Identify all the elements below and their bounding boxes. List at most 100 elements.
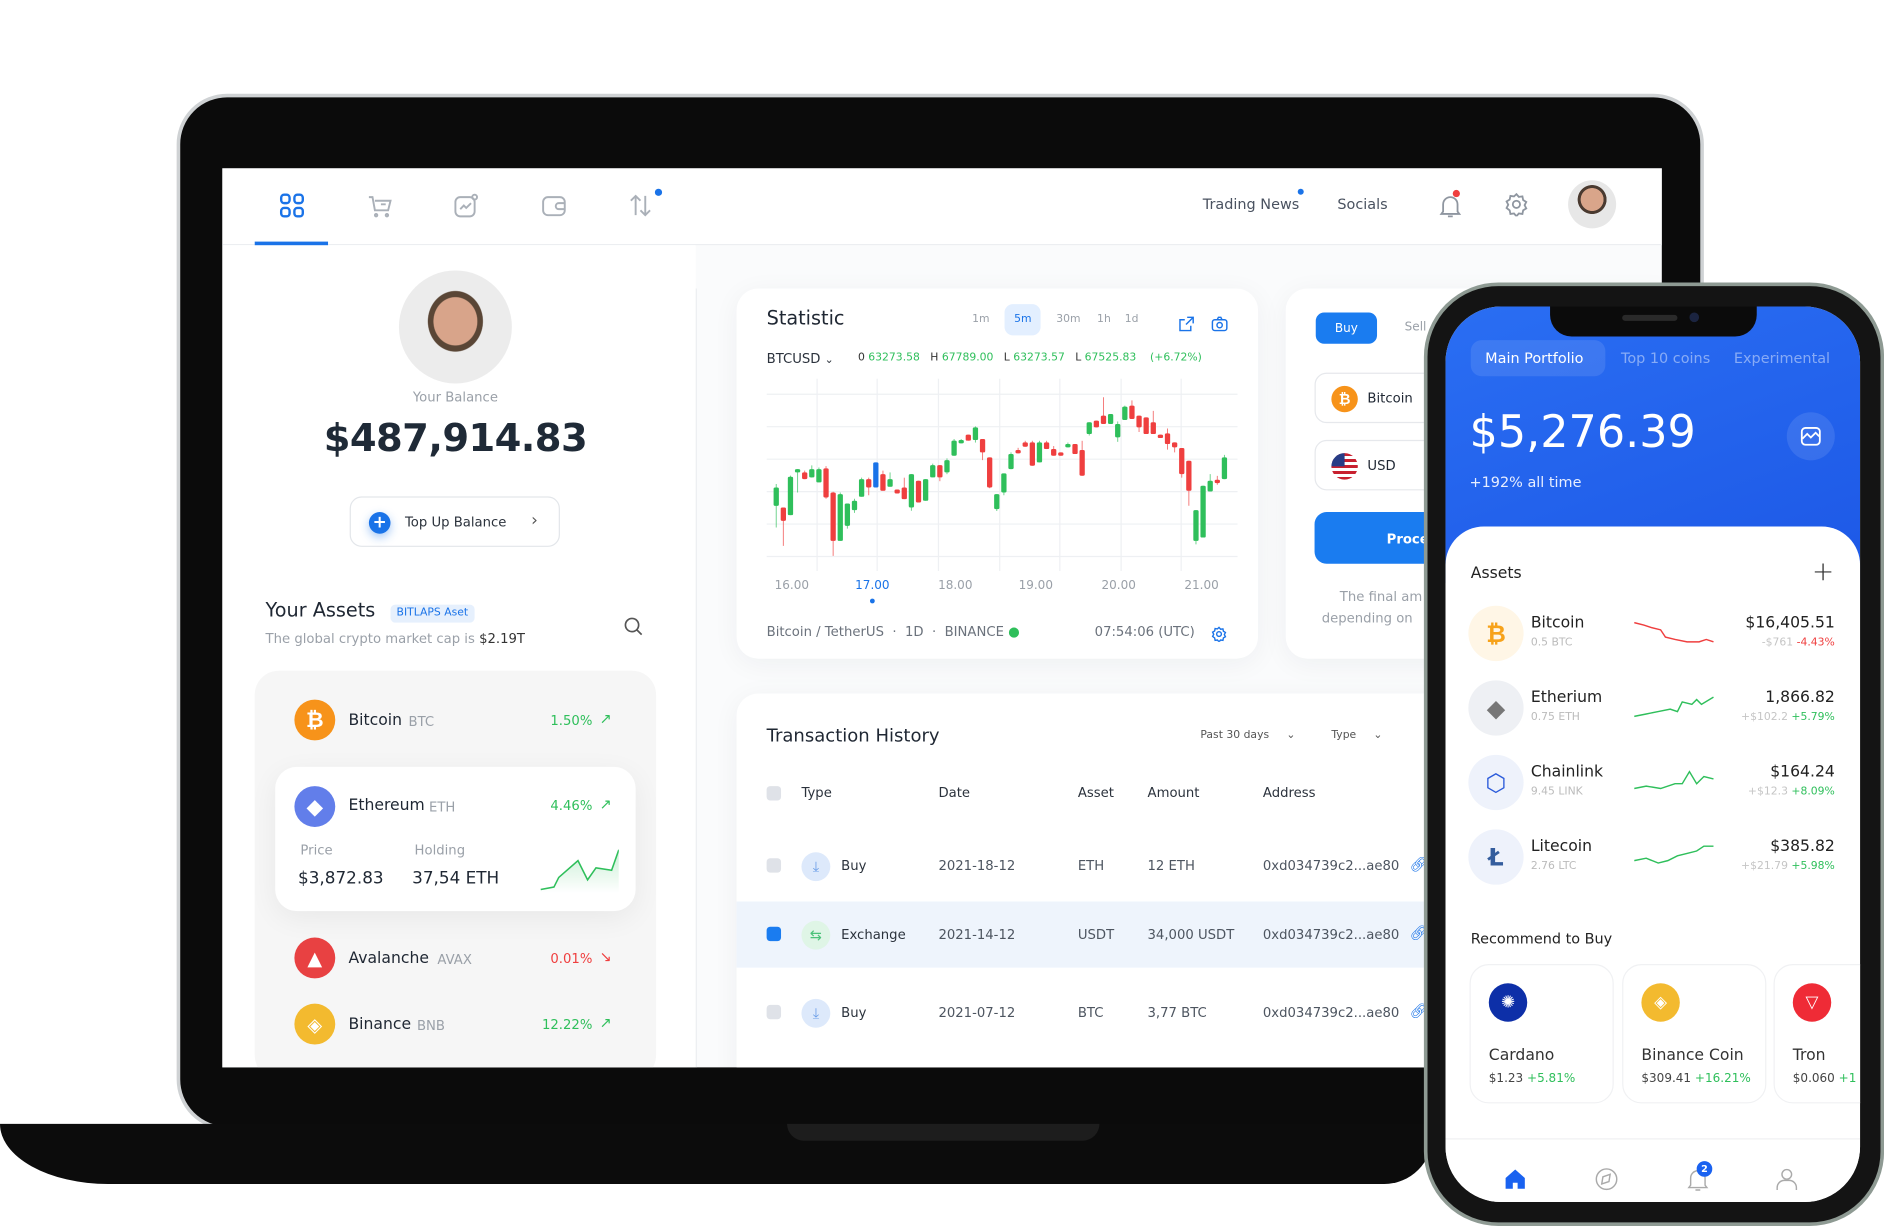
phone-assets-title: Assets	[1470, 564, 1522, 583]
cart-icon[interactable]	[366, 192, 392, 218]
dashboard-icon[interactable]	[279, 192, 305, 218]
candle-body	[1015, 450, 1021, 454]
trade-note-line2: depending on	[1321, 610, 1413, 627]
x-tick-text: 19.00	[1018, 579, 1053, 593]
candle	[901, 477, 907, 500]
chart-icon[interactable]	[453, 192, 479, 218]
x-tick-text: 17.00	[855, 579, 890, 593]
buy-tab[interactable]: Buy	[1315, 312, 1378, 344]
candle-body	[844, 503, 851, 526]
chart-settings-icon[interactable]	[1211, 624, 1227, 643]
bell-icon[interactable]	[1438, 189, 1462, 218]
interval-1m[interactable]: 1m	[972, 314, 989, 326]
phone-asset-row[interactable]: Ł Litecoin 2.76 LTC $385.82 +$21.79 +5.98%	[1446, 827, 1861, 887]
asset-name: Etherium	[1530, 688, 1603, 707]
asset-name: Bitcoin	[1530, 614, 1585, 633]
top-up-balance-button[interactable]: + Top Up Balance ›	[349, 496, 560, 547]
tab-top-10-coins[interactable]: Top 10 coins	[1621, 351, 1710, 365]
bell-icon[interactable]: 2	[1686, 1161, 1713, 1191]
phone-asset-row[interactable]: ₿ Bitcoin 0.5 BTC $16,405.51 -$761 -4.43%	[1446, 603, 1861, 663]
user-avatar[interactable]	[1568, 180, 1617, 229]
candle	[780, 507, 786, 546]
asset-delta-value: +$102.2	[1741, 711, 1788, 724]
trading-news-link[interactable]: Trading News	[1203, 197, 1299, 211]
last-label: L	[1075, 352, 1082, 365]
type-filter[interactable]: Type ⌄	[1331, 730, 1382, 742]
search-icon[interactable]	[624, 617, 643, 636]
candle-body	[787, 476, 794, 516]
candle	[951, 439, 957, 456]
coin-name: Tron	[1792, 1046, 1826, 1065]
candle	[1058, 452, 1064, 456]
phone-asset-row[interactable]: ◆ Etherium 0.75 ETH 1,866.82 +$102.2 +5.79%	[1446, 678, 1861, 738]
row-checkbox[interactable]	[766, 926, 782, 942]
balance-amount: $487,914.83	[323, 414, 588, 461]
asset-change: 4.46%	[550, 798, 593, 814]
asset-row-binance[interactable]: ◈ Binance BNB 12.22% ↗	[255, 1001, 656, 1047]
interval-1d[interactable]: 1d	[1125, 314, 1139, 326]
asset-row-bitcoin[interactable]: ₿ Bitcoin BTC 1.50% ↗	[255, 697, 656, 743]
candle	[1164, 428, 1171, 450]
asset-row-avalanche[interactable]: ▲ Avalanche AVAX 0.01% ↘	[255, 935, 656, 981]
col-amount: Amount	[1147, 784, 1200, 801]
panel-divider	[695, 288, 697, 1068]
candle	[823, 466, 829, 499]
candle	[1186, 460, 1192, 506]
market-cap-value: $2.19T	[479, 631, 525, 647]
socials-link[interactable]: Socials	[1337, 197, 1387, 211]
top-up-label: Top Up Balance	[404, 514, 507, 531]
candle	[915, 480, 922, 503]
external-link-icon[interactable]	[1179, 314, 1195, 332]
user-icon[interactable]	[1775, 1167, 1799, 1191]
candle	[1143, 417, 1149, 435]
wallet-icon[interactable]	[541, 192, 567, 218]
candle	[1157, 434, 1164, 439]
row-checkbox[interactable]	[766, 858, 782, 873]
candle	[1072, 444, 1078, 455]
candle	[1093, 420, 1100, 428]
candlestick-chart[interactable]	[766, 378, 1238, 574]
camera-icon[interactable]	[1211, 314, 1228, 332]
interval-1h[interactable]: 1h	[1097, 314, 1111, 326]
camera	[1689, 312, 1700, 323]
sell-tab[interactable]: Sell	[1405, 322, 1427, 334]
asset-card-ethereum[interactable]: ◆ Ethereum ETH 4.46% ↗ Price Holding $3,…	[275, 766, 636, 912]
candle-body	[930, 465, 936, 478]
portfolio-chart-button[interactable]	[1786, 412, 1835, 461]
phone-asset-row[interactable]: ⬡ Chainlink 9.45 LINK $164.24 +$12.3 +8.09%	[1446, 752, 1861, 812]
candle	[1122, 405, 1128, 420]
candle	[887, 472, 893, 487]
settings-gear-icon[interactable]	[1504, 192, 1528, 218]
interval-30m[interactable]: 30m	[1056, 314, 1080, 326]
period-filter[interactable]: Past 30 days ⌄	[1200, 729, 1295, 742]
tab-experimental[interactable]: Experimental	[1734, 351, 1830, 365]
recommend-card[interactable]: ✺ Cardano $1.23 +5.81%	[1469, 964, 1614, 1104]
x-tick-text: 20.00	[1101, 579, 1136, 593]
transfer-icon[interactable]	[627, 192, 653, 218]
candle-body	[1022, 442, 1028, 447]
statistic-title: Statistic	[766, 306, 845, 330]
compass-icon[interactable]	[1595, 1167, 1619, 1191]
symbol-select[interactable]: BTCUSD ⌄	[767, 352, 834, 366]
ohlc-readout: 0 63273.58 H 67789.00 L 63273.57 L 67525…	[858, 353, 1202, 364]
candle-body	[1207, 480, 1213, 492]
litecoin-logo-icon: Ł	[1468, 829, 1524, 885]
add-asset-plus-icon[interactable]: +	[1812, 560, 1834, 586]
candle	[1079, 440, 1085, 476]
coin-price-line: $309.41 +16.21%	[1641, 1073, 1750, 1085]
candle-body	[851, 500, 858, 511]
period-label: Past 30 days	[1200, 729, 1270, 742]
speaker	[1622, 314, 1678, 321]
select-all-checkbox[interactable]	[766, 786, 782, 801]
row-address: 0xd034739c2...ae80	[1262, 858, 1400, 874]
bitcoin-logo-icon: ₿	[1331, 385, 1358, 413]
recommend-card[interactable]: ◈ Binance Coin $309.41 +16.21%	[1622, 964, 1767, 1104]
candle-body	[894, 489, 900, 494]
interval-5m[interactable]: 5m	[1014, 314, 1031, 326]
candle-body	[1065, 444, 1071, 448]
recommend-card[interactable]: ▽ Tron $0.060 +1	[1773, 964, 1861, 1104]
bitcoin-logo-icon: ₿	[294, 699, 336, 741]
home-icon[interactable]	[1503, 1167, 1527, 1191]
candle	[1086, 422, 1092, 436]
row-checkbox[interactable]	[766, 1004, 782, 1020]
